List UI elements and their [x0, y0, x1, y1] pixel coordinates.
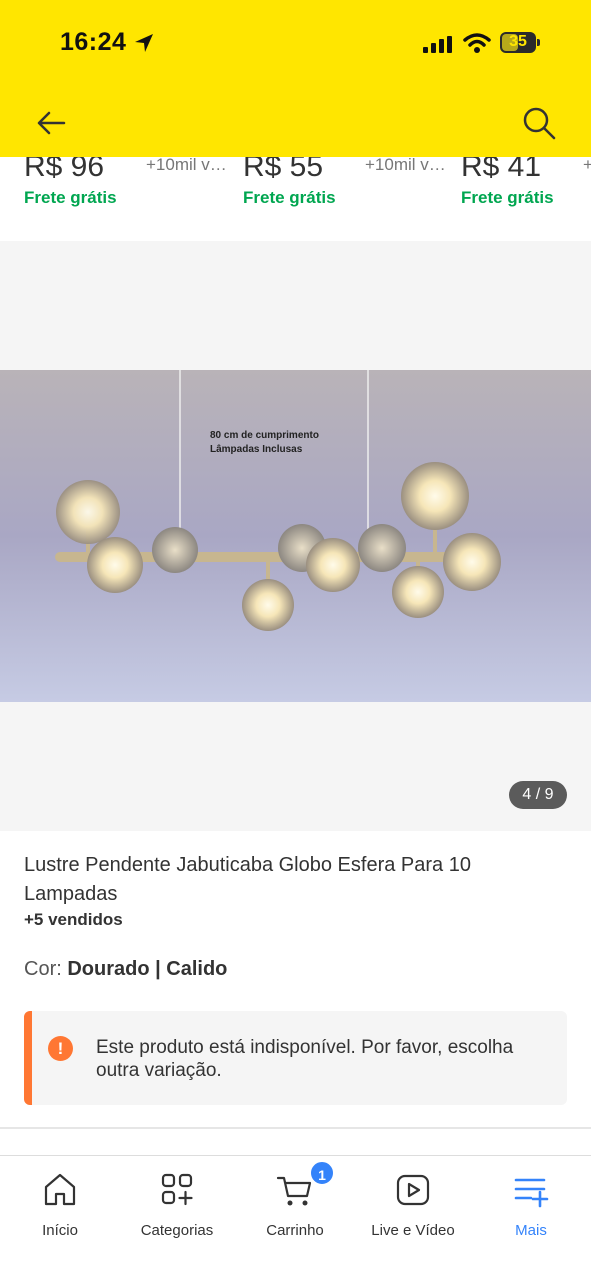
nav-categories[interactable]: Categorias [118, 1166, 236, 1246]
back-arrow-icon[interactable] [34, 106, 68, 140]
color-label: Cor: [24, 958, 68, 980]
product-sold-count: +5 vendidos [24, 910, 123, 929]
nav-more-label: Mais [515, 1222, 547, 1239]
product-photo[interactable]: 80 cm de cumprimento Lâmpadas Inclusas [0, 370, 591, 702]
status-time: 16:24 [60, 28, 127, 56]
related-item-sold: +10mil vendidos [365, 155, 453, 174]
product-gallery[interactable]: 80 cm de cumprimento Lâmpadas Inclusas 4… [0, 241, 591, 831]
section-divider [0, 1127, 591, 1129]
home-icon [40, 1170, 80, 1210]
nav-live-video-label: Live e Vídeo [371, 1222, 455, 1239]
nav-cart[interactable]: 1 Carrinho [236, 1160, 354, 1246]
nav-more[interactable]: Mais [472, 1166, 590, 1246]
play-icon [393, 1170, 433, 1210]
location-arrow-icon [133, 32, 155, 59]
related-item-sold: +10mil vendidos [146, 155, 234, 174]
alert-accent-bar [24, 1011, 32, 1105]
wifi-icon [463, 32, 491, 59]
bottom-navigation: Início Categorias 1 Carrinho Live e Víde… [0, 1155, 591, 1280]
color-value: Dourado | Calido [67, 958, 228, 980]
categories-icon [157, 1170, 197, 1210]
nav-live-video[interactable]: Live e Vídeo [354, 1166, 472, 1246]
product-title: Lustre Pendente Jabuticaba Globo Esfera … [24, 854, 471, 905]
status-bar: 16:24 35 [0, 28, 591, 60]
photo-caption-length: 80 cm de cumprimento [210, 430, 319, 441]
cellular-signal-icon [423, 36, 453, 58]
related-item-shipping: Frete grátis [461, 188, 554, 207]
related-item-shipping: Frete grátis [24, 188, 117, 207]
nav-home[interactable]: Início [1, 1166, 119, 1246]
unavailable-alert: ! Este produto está indisponível. Por fa… [24, 1011, 567, 1105]
battery-level: 35 [509, 33, 527, 50]
gallery-counter: 4 / 9 [509, 781, 567, 809]
more-icon [511, 1170, 551, 1210]
related-item-sold: +5 [583, 155, 591, 175]
alert-message: Este produto está indisponível. Por favo… [96, 1037, 514, 1081]
top-app-bar: 16:24 35 [0, 0, 591, 157]
nav-home-label: Início [42, 1222, 78, 1239]
nav-categories-label: Categorias [140, 1222, 214, 1239]
nav-cart-label: Carrinho [266, 1222, 324, 1239]
battery-icon: 35 [500, 32, 540, 53]
color-variation[interactable]: Cor: Dourado | Calido [24, 958, 227, 981]
photo-caption-bulbs: Lâmpadas Inclusas [210, 444, 303, 455]
search-icon[interactable] [520, 104, 558, 142]
warning-icon: ! [48, 1036, 73, 1061]
related-item-shipping: Frete grátis [243, 188, 336, 207]
cart-count-badge: 1 [309, 1160, 335, 1186]
